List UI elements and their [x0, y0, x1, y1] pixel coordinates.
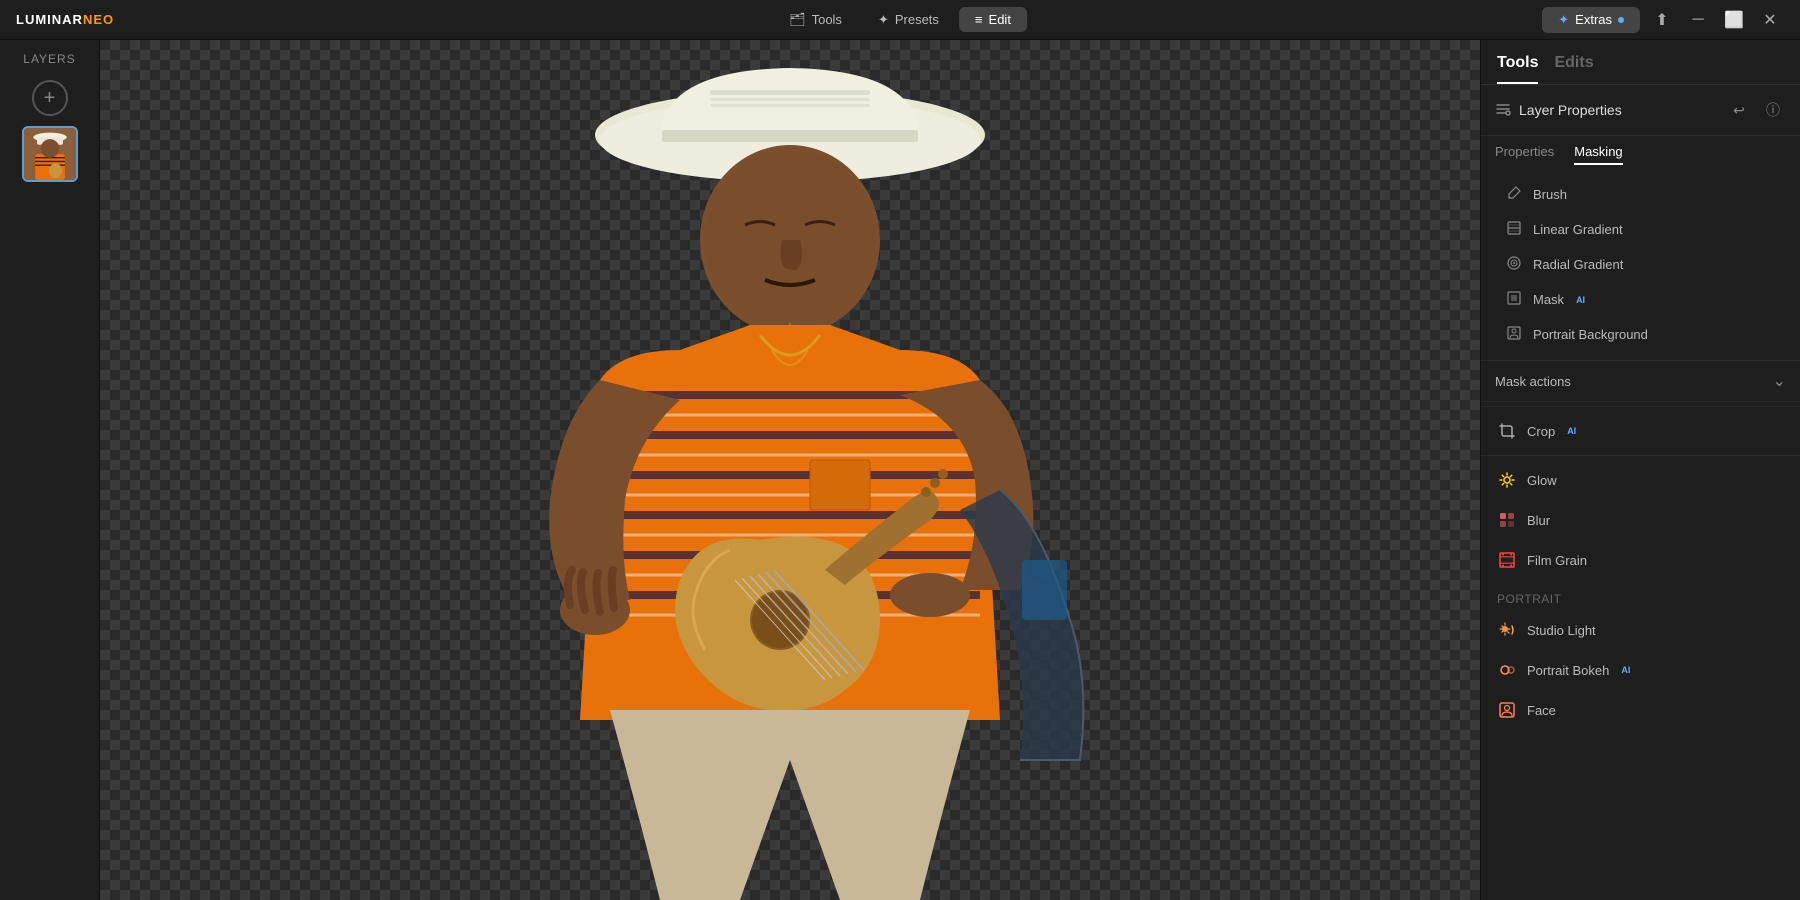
- sub-tabs: Properties Masking: [1481, 136, 1800, 173]
- plus-icon: +: [44, 87, 56, 110]
- tool-film-grain[interactable]: Film Grain: [1481, 540, 1800, 580]
- linear-gradient-label: Linear Gradient: [1533, 222, 1623, 237]
- masking-portrait-bg[interactable]: Portrait Background: [1481, 317, 1800, 352]
- presets-icon: ✦: [878, 12, 889, 28]
- portrait-bokeh-label: Portrait Bokeh: [1527, 663, 1609, 678]
- layers-panel: Layers +: [0, 40, 100, 900]
- layer-thumb-preview: [24, 126, 76, 182]
- studio-light-icon: [1497, 620, 1517, 640]
- radial-gradient-icon: [1505, 255, 1523, 274]
- mask-ai-badge: AI: [1576, 295, 1585, 305]
- portrait-bg-label: Portrait Background: [1533, 327, 1648, 342]
- nav-edit[interactable]: ≡ Edit: [959, 7, 1027, 32]
- share-button[interactable]: ⬆: [1648, 6, 1676, 34]
- layers-title: Layers: [0, 52, 99, 66]
- extras-btn[interactable]: ✦ Extras: [1542, 7, 1640, 33]
- crop-icon: [1497, 421, 1517, 441]
- tools-edits-tabs: Tools Edits: [1481, 40, 1800, 85]
- mask-label: Mask: [1533, 292, 1564, 307]
- titlebar: LUMINARNEO 🗂 Tools ✦ Presets ≡ Edit ✦ Ex…: [0, 0, 1800, 40]
- titlebar-right: ✦ Extras ⬆ ─ ⬜ ✕: [1542, 6, 1784, 34]
- face-icon: [1497, 700, 1517, 720]
- info-button[interactable]: ⓘ: [1760, 97, 1786, 123]
- layer-properties-icon: [1495, 101, 1511, 120]
- edit-icon: ≡: [975, 12, 983, 27]
- tool-face[interactable]: Face: [1481, 690, 1800, 730]
- add-layer-button[interactable]: +: [32, 80, 68, 116]
- portrait-bg-icon: [1505, 325, 1523, 344]
- linear-gradient-icon: [1505, 220, 1523, 239]
- extras-icon: ✦: [1558, 12, 1569, 28]
- layer-properties-title: Layer Properties: [1519, 102, 1718, 118]
- catalog-icon: 🗂: [789, 12, 806, 28]
- portrait-section-header: Portrait: [1481, 580, 1800, 610]
- main-photo: [230, 40, 1350, 900]
- tab-tools[interactable]: Tools: [1497, 54, 1538, 84]
- masking-options: Brush Linear Gradient: [1481, 173, 1800, 356]
- right-panel: Tools Edits Layer Properties ↩ ⓘ Propert…: [1480, 40, 1800, 900]
- face-label: Face: [1527, 703, 1556, 718]
- portrait-bokeh-icon: [1497, 660, 1517, 680]
- divider-1: [1481, 406, 1800, 407]
- canvas-area[interactable]: [100, 40, 1480, 900]
- mask-actions-section[interactable]: Mask actions ⌄: [1481, 360, 1800, 402]
- photo-container: [230, 40, 1350, 900]
- glow-icon: [1497, 470, 1517, 490]
- undo-button[interactable]: ↩: [1726, 97, 1752, 123]
- extras-dot: [1618, 17, 1624, 23]
- tab-edits[interactable]: Edits: [1554, 54, 1593, 84]
- studio-light-label: Studio Light: [1527, 623, 1596, 638]
- titlebar-left: LUMINARNEO: [16, 12, 114, 27]
- mask-actions-label: Mask actions: [1495, 374, 1571, 389]
- app-logo: LUMINARNEO: [16, 12, 114, 27]
- masking-brush-label: Brush: [1533, 187, 1567, 202]
- radial-gradient-label: Radial Gradient: [1533, 257, 1623, 272]
- portrait-bokeh-ai-badge: AI: [1621, 665, 1630, 675]
- masking-brush[interactable]: Brush: [1481, 177, 1800, 212]
- tool-portrait-bokeh[interactable]: Portrait Bokeh AI: [1481, 650, 1800, 690]
- blur-label: Blur: [1527, 513, 1550, 528]
- titlebar-nav: 🗂 Tools ✦ Presets ≡ Edit: [773, 7, 1027, 33]
- brush-icon: [1505, 185, 1523, 204]
- masking-mask[interactable]: Mask AI: [1481, 282, 1800, 317]
- masking-linear-gradient[interactable]: Linear Gradient: [1481, 212, 1800, 247]
- divider-2: [1481, 455, 1800, 456]
- nav-presets[interactable]: ✦ Presets: [862, 7, 955, 33]
- tool-glow[interactable]: Glow: [1481, 460, 1800, 500]
- main-area: Layers +: [0, 40, 1800, 900]
- minimize-button[interactable]: ─: [1684, 6, 1712, 34]
- nav-catalog[interactable]: 🗂 Tools: [773, 7, 858, 33]
- layer-thumbnail[interactable]: [22, 126, 78, 182]
- mask-icon: [1505, 290, 1523, 309]
- layer-properties-header: Layer Properties ↩ ⓘ: [1481, 85, 1800, 136]
- close-button[interactable]: ✕: [1756, 6, 1784, 34]
- film-grain-icon: [1497, 550, 1517, 570]
- sub-tab-masking[interactable]: Masking: [1574, 144, 1622, 165]
- tool-crop[interactable]: Crop AI: [1481, 411, 1800, 451]
- tool-studio-light[interactable]: Studio Light: [1481, 610, 1800, 650]
- crop-ai-badge: AI: [1567, 426, 1576, 436]
- sub-tab-properties[interactable]: Properties: [1495, 144, 1554, 165]
- masking-radial-gradient[interactable]: Radial Gradient: [1481, 247, 1800, 282]
- mask-actions-chevron: ⌄: [1773, 371, 1786, 391]
- film-grain-label: Film Grain: [1527, 553, 1587, 568]
- crop-label: Crop: [1527, 424, 1555, 439]
- blur-icon: [1497, 510, 1517, 530]
- tool-blur[interactable]: Blur: [1481, 500, 1800, 540]
- glow-label: Glow: [1527, 473, 1557, 488]
- maximize-button[interactable]: ⬜: [1720, 6, 1748, 34]
